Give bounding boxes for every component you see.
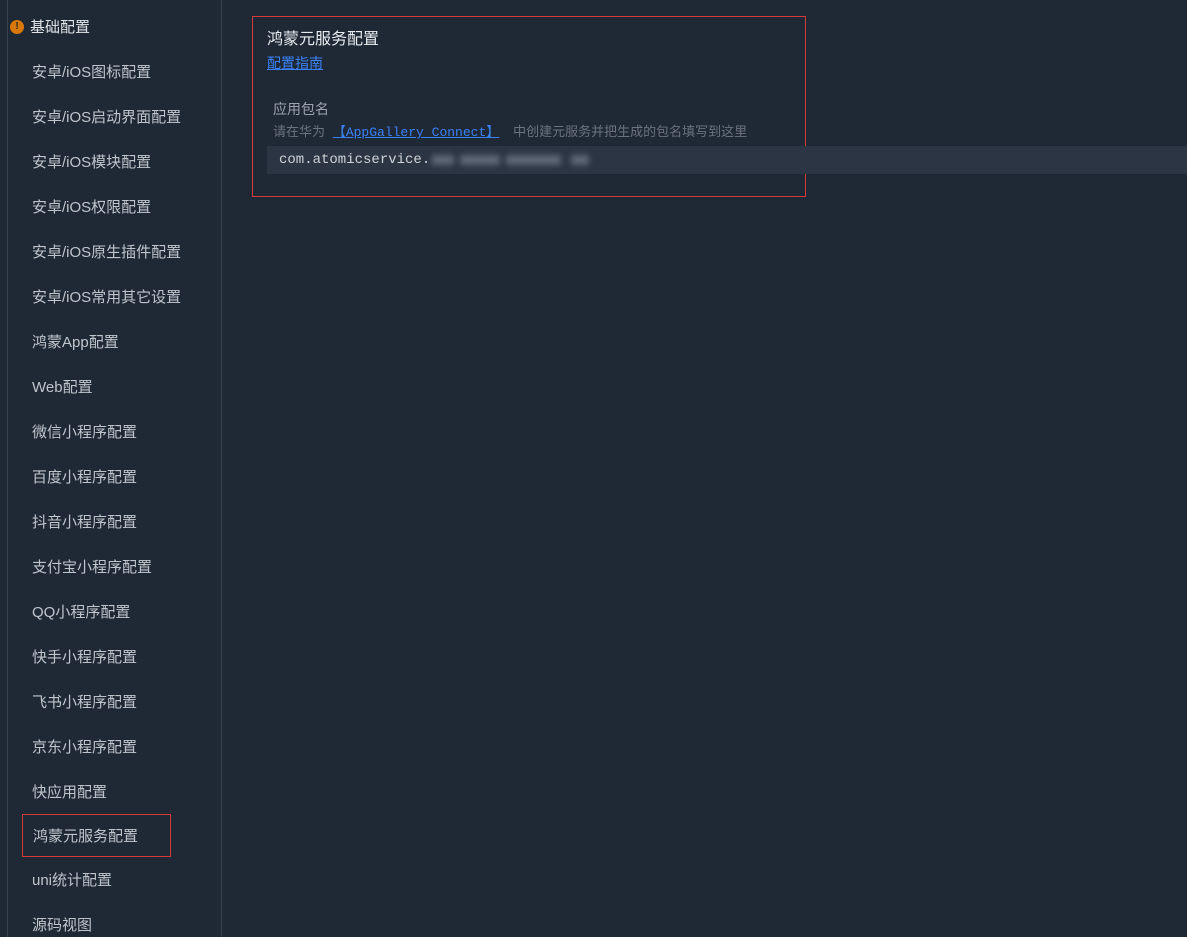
field-label: 应用包名 <box>267 99 791 119</box>
sidebar: ! 基础配置 安卓/iOS图标配置安卓/iOS启动界面配置安卓/iOS模块配置安… <box>8 0 222 937</box>
sidebar-item[interactable]: Web配置 <box>8 364 221 409</box>
sidebar-item-label: uni统计配置 <box>32 872 112 889</box>
sidebar-item[interactable]: 鸿蒙元服务配置 <box>22 814 171 857</box>
redacted-segment <box>571 155 589 165</box>
sidebar-item-label: 支付宝小程序配置 <box>32 559 152 576</box>
sidebar-item[interactable]: 源码视图 <box>8 902 221 937</box>
sidebar-item-label: 安卓/iOS模块配置 <box>32 154 151 171</box>
sidebar-item[interactable]: 快手小程序配置 <box>8 634 221 679</box>
sidebar-item-label: QQ小程序配置 <box>32 604 130 621</box>
left-gutter <box>0 0 8 937</box>
sidebar-item-label: 鸿蒙App配置 <box>32 334 119 351</box>
panel-title: 鸿蒙元服务配置 <box>267 25 791 49</box>
redacted-segment <box>506 155 561 165</box>
sidebar-item[interactable]: 安卓/iOS图标配置 <box>8 49 221 94</box>
sidebar-item-label: Web配置 <box>32 379 93 396</box>
sidebar-item[interactable]: 微信小程序配置 <box>8 409 221 454</box>
sidebar-item-label: 抖音小程序配置 <box>32 514 137 531</box>
sidebar-item[interactable]: QQ小程序配置 <box>8 589 221 634</box>
redacted-segment <box>432 155 454 165</box>
hint-suffix: 中创建元服务并把生成的包名填写到这里 <box>513 125 747 140</box>
hint-prefix: 请在华为 <box>273 125 325 140</box>
sidebar-item[interactable]: uni统计配置 <box>8 857 221 902</box>
sidebar-item[interactable]: 鸿蒙App配置 <box>8 319 221 364</box>
sidebar-item[interactable]: 支付宝小程序配置 <box>8 544 221 589</box>
hint-row: 请在华为 【AppGallery Connect】 中创建元服务并把生成的包名填… <box>267 121 791 140</box>
sidebar-header-label: 基础配置 <box>30 16 90 37</box>
sidebar-item[interactable]: 安卓/iOS启动界面配置 <box>8 94 221 139</box>
appgallery-link[interactable]: 【AppGallery Connect】 <box>333 125 499 140</box>
input-value-prefix: com.atomicservice. <box>279 152 430 168</box>
sidebar-item[interactable]: 飞书小程序配置 <box>8 679 221 724</box>
sidebar-item[interactable]: 安卓/iOS权限配置 <box>8 184 221 229</box>
sidebar-item-label: 安卓/iOS原生插件配置 <box>32 244 181 261</box>
sidebar-item-label: 鸿蒙元服务配置 <box>33 828 138 845</box>
package-name-input[interactable]: com.atomicservice. <box>267 146 1187 174</box>
sidebar-item[interactable]: 百度小程序配置 <box>8 454 221 499</box>
sidebar-item[interactable]: 快应用配置 <box>8 769 221 814</box>
sidebar-item[interactable]: 安卓/iOS模块配置 <box>8 139 221 184</box>
warning-icon: ! <box>10 20 24 34</box>
sidebar-item[interactable]: 抖音小程序配置 <box>8 499 221 544</box>
sidebar-item-label: 安卓/iOS权限配置 <box>32 199 151 216</box>
sidebar-item-label: 微信小程序配置 <box>32 424 137 441</box>
sidebar-item-label: 快应用配置 <box>32 784 107 801</box>
sidebar-header[interactable]: ! 基础配置 <box>8 12 221 49</box>
sidebar-item[interactable]: 安卓/iOS原生插件配置 <box>8 229 221 274</box>
config-panel: 鸿蒙元服务配置 配置指南 应用包名 请在华为 【AppGallery Conne… <box>252 16 806 197</box>
main-content: 鸿蒙元服务配置 配置指南 应用包名 请在华为 【AppGallery Conne… <box>222 0 1187 937</box>
sidebar-item[interactable]: 京东小程序配置 <box>8 724 221 769</box>
redacted-segment <box>460 155 500 165</box>
sidebar-item-label: 快手小程序配置 <box>32 649 137 666</box>
sidebar-item-label: 飞书小程序配置 <box>32 694 137 711</box>
sidebar-item-label: 安卓/iOS图标配置 <box>32 64 151 81</box>
sidebar-item-label: 源码视图 <box>32 917 92 934</box>
guide-link[interactable]: 配置指南 <box>267 55 323 71</box>
sidebar-item-label: 安卓/iOS常用其它设置 <box>32 289 181 306</box>
sidebar-item-label: 安卓/iOS启动界面配置 <box>32 109 181 126</box>
sidebar-item-label: 京东小程序配置 <box>32 739 137 756</box>
sidebar-item-label: 百度小程序配置 <box>32 469 137 486</box>
sidebar-item[interactable]: 安卓/iOS常用其它设置 <box>8 274 221 319</box>
